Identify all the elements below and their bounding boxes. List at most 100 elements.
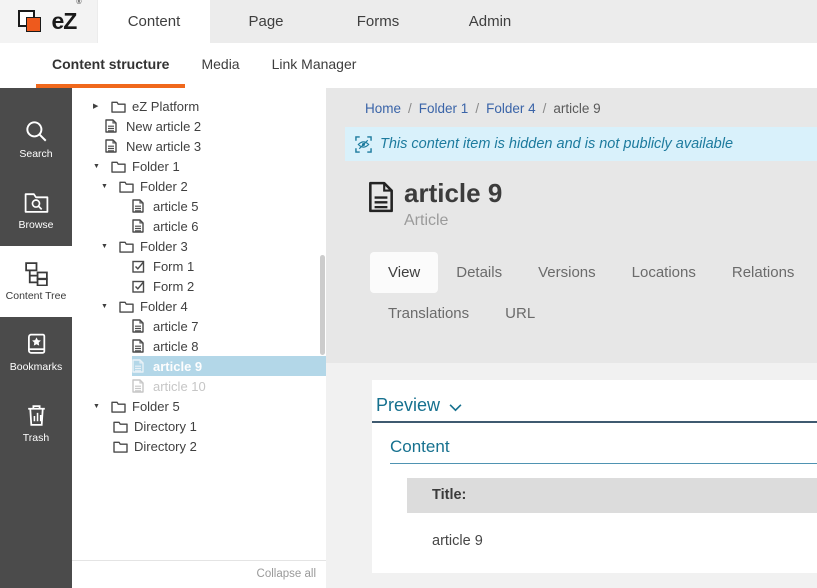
tree-scrollbar[interactable]	[320, 255, 325, 355]
tree-item-article-10[interactable]: article 10	[72, 376, 326, 396]
field-value: article 9	[407, 513, 817, 571]
folder-icon	[119, 299, 134, 313]
subnav-tab-content-structure[interactable]: Content structure	[36, 43, 185, 88]
tree-item-label: Folder 3	[140, 239, 188, 254]
tree-item-form-1[interactable]: Form 1	[72, 256, 326, 276]
tree-item-directory-1[interactable]: Directory 1	[72, 416, 326, 436]
sidebar-item-search[interactable]: Search	[0, 104, 72, 175]
breadcrumb-folder-4[interactable]: Folder 4	[486, 101, 536, 116]
sidebar-item-trash[interactable]: Trash	[0, 388, 72, 459]
tree-item-article-7[interactable]: article 7	[72, 316, 326, 336]
breadcrumb-separator: /	[543, 101, 547, 116]
tree-item-label: article 5	[153, 199, 199, 214]
tree-item-label: article 9	[153, 359, 202, 374]
breadcrumb-separator: /	[408, 101, 412, 116]
preview-toggle[interactable]: Preview	[372, 380, 817, 423]
tab-versions[interactable]: Versions	[520, 252, 614, 293]
tree-item-label: article 7	[153, 319, 199, 334]
tree-item-label: Directory 1	[134, 419, 197, 434]
tab-details[interactable]: Details	[438, 252, 520, 293]
tree-item-directory-2[interactable]: Directory 2	[72, 436, 326, 456]
tree-item-folder-4[interactable]: ▼ Folder 4	[72, 296, 326, 316]
tab-translations[interactable]: Translations	[370, 293, 487, 334]
bookmarks-icon	[24, 332, 49, 357]
collapse-bar: Collapse all	[72, 560, 326, 588]
subnav-tab-media[interactable]: Media	[185, 43, 255, 88]
subnav-tab-link-manager[interactable]: Link Manager	[256, 43, 373, 88]
tree-item-label: Directory 2	[134, 439, 197, 454]
tree-item-article-9[interactable]: article 9	[72, 356, 326, 376]
caret-expanded-icon[interactable]: ▼	[93, 163, 105, 170]
chevron-down-icon	[449, 403, 462, 412]
breadcrumb-home[interactable]: Home	[365, 101, 401, 116]
ez-logo[interactable]: eZ®	[0, 0, 97, 43]
tree-item-label: eZ Platform	[132, 99, 199, 114]
hidden-notice-text: This content item is hidden and is not p…	[380, 136, 733, 152]
folder-icon	[111, 159, 126, 173]
tab-relations[interactable]: Relations	[714, 252, 813, 293]
tree-item-new-article-3[interactable]: New article 3	[72, 136, 326, 156]
tree-item-label: article 8	[153, 339, 199, 354]
folder-icon	[119, 179, 134, 193]
preview-heading: Preview	[376, 395, 440, 416]
article-icon	[132, 339, 147, 353]
folder-icon	[113, 419, 128, 433]
tree-item-folder-3[interactable]: ▼ Folder 3	[72, 236, 326, 256]
caret-expanded-icon[interactable]: ▼	[101, 183, 113, 190]
sidebar-item-bookmarks[interactable]: Bookmarks	[0, 317, 72, 388]
tree-item-article-5[interactable]: article 5	[72, 196, 326, 216]
collapse-all-button[interactable]: Collapse all	[257, 568, 316, 580]
sidebar-item-content-tree[interactable]: Content Tree	[0, 246, 72, 317]
tree-item-folder-2[interactable]: ▼ Folder 2	[72, 176, 326, 196]
sidebar-item-browse[interactable]: Browse	[0, 175, 72, 246]
folder-icon	[119, 239, 134, 253]
folder-icon	[111, 399, 126, 413]
search-icon	[23, 118, 49, 144]
tree-item-folder-5[interactable]: ▼Folder 5	[72, 396, 326, 416]
top-tab-forms[interactable]: Forms	[322, 0, 434, 43]
tree-item-label: New article 2	[126, 119, 201, 134]
article-icon	[132, 219, 147, 233]
field-title: Title: article 9	[407, 478, 817, 571]
caret-expanded-icon[interactable]: ▼	[101, 303, 113, 310]
caret-collapsed-icon[interactable]: ▶	[93, 102, 105, 110]
top-bar: eZ® ContentPageFormsAdmin	[0, 0, 817, 43]
folder-icon	[111, 99, 126, 113]
tree-item-folder-1[interactable]: ▼Folder 1	[72, 156, 326, 176]
tree-item-article-6[interactable]: article 6	[72, 216, 326, 236]
top-tab-page[interactable]: Page	[210, 0, 322, 43]
tree-item-label: article 10	[153, 379, 206, 394]
top-tab-content[interactable]: Content	[98, 0, 210, 43]
tab-view[interactable]: View	[370, 252, 438, 293]
top-nav: ContentPageFormsAdmin	[98, 0, 546, 43]
article-icon	[105, 139, 120, 153]
sidebar-item-label: Bookmarks	[10, 362, 63, 374]
top-tab-admin[interactable]: Admin	[434, 0, 546, 43]
hidden-content-notice: This content item is hidden and is not p…	[345, 127, 817, 161]
tree-item-label: Form 1	[153, 259, 194, 274]
caret-expanded-icon[interactable]: ▼	[101, 243, 113, 250]
tree-item-label: Folder 4	[140, 299, 188, 314]
ez-logo-icon	[16, 7, 46, 37]
article-icon	[132, 319, 147, 333]
sidebar-item-label: Browse	[18, 220, 53, 232]
breadcrumb-folder-1[interactable]: Folder 1	[419, 101, 469, 116]
tree-item-ez-platform[interactable]: ▶ eZ Platform	[72, 96, 326, 116]
content-tree-icon	[23, 261, 50, 286]
trash-icon	[24, 403, 49, 428]
caret-expanded-icon[interactable]: ▼	[93, 403, 105, 410]
tab-url[interactable]: URL	[487, 293, 553, 334]
tab-locations[interactable]: Locations	[614, 252, 714, 293]
tree-item-new-article-2[interactable]: New article 2	[72, 116, 326, 136]
folder-icon	[113, 439, 128, 453]
form-icon	[132, 279, 147, 293]
tree-item-form-2[interactable]: Form 2	[72, 276, 326, 296]
content-body-section: Preview Content Title: article 9	[326, 363, 817, 588]
content-type-label: Article	[404, 212, 502, 230]
tree-item-label: Form 2	[153, 279, 194, 294]
tree-item-label: article 6	[153, 219, 199, 234]
tree-item-article-8[interactable]: article 8	[72, 336, 326, 356]
tree-item-label: Folder 2	[140, 179, 188, 194]
article-icon	[132, 379, 147, 393]
browse-icon	[23, 190, 50, 215]
